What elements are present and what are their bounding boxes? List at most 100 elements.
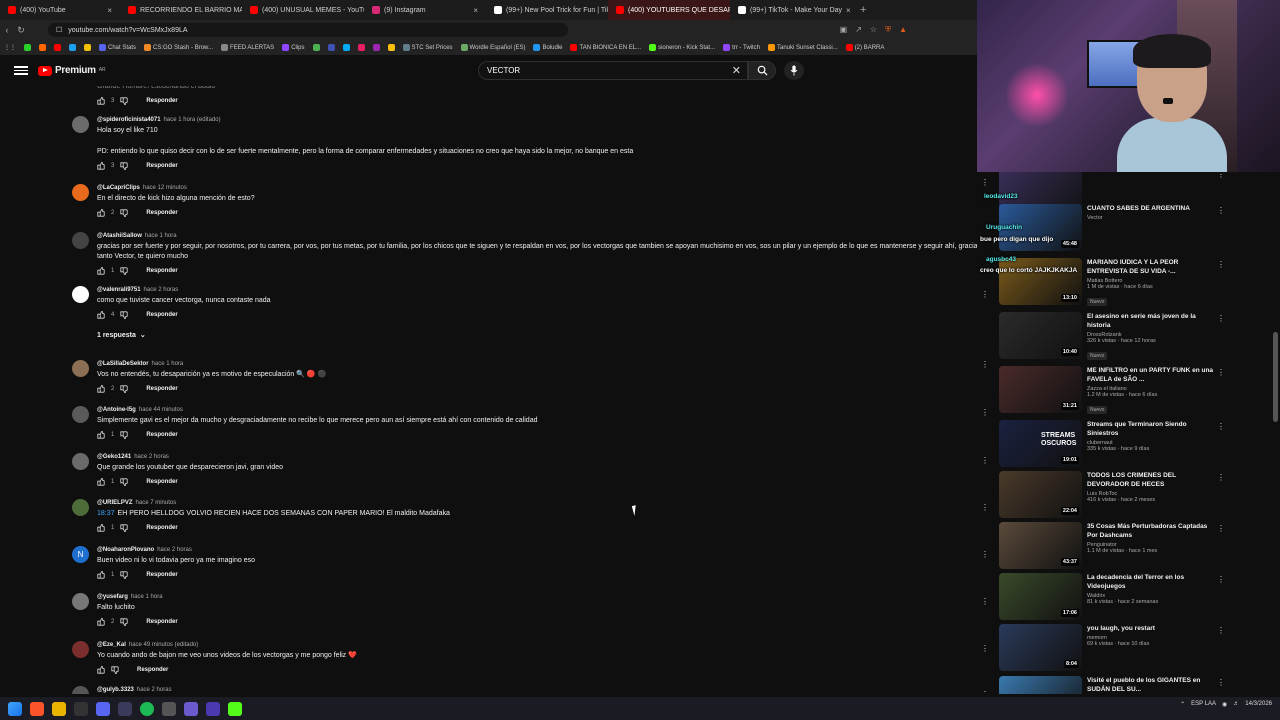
video-title[interactable]: El asesino en serie más joven de la hist… — [1087, 312, 1217, 330]
search-input[interactable]: VECTOR ✕ — [478, 61, 748, 80]
like-icon[interactable] — [97, 311, 105, 319]
more-options-icon[interactable]: ⋮ — [1217, 260, 1225, 269]
bookmark-item[interactable] — [312, 44, 320, 51]
windows-start-icon[interactable] — [8, 701, 22, 716]
brave-browser-icon[interactable] — [30, 701, 44, 716]
steam-icon[interactable] — [162, 701, 176, 716]
video-title[interactable]: 35 Cosas Más Perturbadoras Captadas Por … — [1087, 522, 1217, 540]
more-options-icon[interactable]: ⋮ — [1217, 626, 1225, 635]
avatar[interactable] — [72, 406, 89, 423]
comment-author[interactable]: @LaCapriClips — [97, 185, 140, 191]
video-title[interactable]: TODOS LOS CRIMENES DEL DEVORADOR DE HECE… — [1087, 471, 1217, 489]
dislike-icon[interactable] — [111, 666, 119, 674]
like-icon[interactable] — [97, 162, 105, 170]
bookmark-item[interactable] — [342, 44, 350, 51]
video-title[interactable]: CUANTO SABES DE ARGENTINA — [1087, 204, 1217, 213]
reply-button[interactable]: Responder — [146, 525, 177, 531]
volume-icon[interactable]: ♬ — [1233, 701, 1239, 707]
recommended-video[interactable]: 45:48 CUANTO SABES DE ARGENTINA Vector ⋮ — [999, 204, 1269, 254]
comment-time[interactable]: hace 49 minutos (editado) — [129, 642, 198, 648]
video-thumbnail[interactable]: 22:04 — [999, 471, 1082, 518]
reply-button[interactable]: Responder — [146, 312, 177, 318]
comment-author[interactable]: @LaSillaDeSektor — [97, 361, 149, 367]
comment-time[interactable]: hace 2 horas — [144, 287, 179, 293]
clear-search-icon[interactable]: ✕ — [732, 64, 741, 77]
like-icon[interactable] — [97, 524, 105, 532]
tab-close-icon[interactable]: × — [846, 6, 851, 15]
video-thumbnail[interactable]: 13:10 — [999, 258, 1082, 305]
reply-button[interactable]: Responder — [146, 268, 177, 274]
more-options-icon[interactable]: ⋮ — [981, 644, 989, 653]
video-thumbnail[interactable]: 17:06 — [999, 573, 1082, 620]
video-thumbnail[interactable]: 31:21 — [999, 366, 1082, 413]
reply-button[interactable]: Responder — [146, 572, 177, 578]
more-options-icon[interactable]: ⋮ — [1217, 172, 1225, 179]
reply-button[interactable]: Responder — [146, 98, 177, 104]
like-icon[interactable] — [97, 385, 105, 393]
avatar[interactable] — [72, 453, 89, 470]
bookmark-item[interactable] — [84, 44, 91, 51]
wifi-icon[interactable]: ◉ — [1222, 701, 1227, 708]
back-icon[interactable]: ‹ — [0, 25, 14, 35]
bookmark-item[interactable]: (2) BARRA — [845, 44, 884, 51]
tray-arrow-icon[interactable]: ⌃ — [1180, 701, 1185, 708]
comment-time[interactable]: hace 7 minutos — [136, 500, 177, 506]
more-options-icon[interactable]: ⋮ — [981, 597, 989, 606]
recommended-video[interactable]: 10:40 El asesino en serie más joven de la… — [999, 312, 1269, 362]
like-icon[interactable] — [97, 431, 105, 439]
avatar[interactable] — [72, 184, 89, 201]
dislike-icon[interactable] — [120, 267, 128, 275]
more-options-icon[interactable]: ⋮ — [1217, 314, 1225, 323]
reply-button[interactable]: Responder — [146, 432, 177, 438]
sidebar-scrollbar[interactable] — [1273, 332, 1278, 422]
dislike-icon[interactable] — [120, 162, 128, 170]
like-icon[interactable] — [97, 267, 105, 275]
comment-author[interactable]: @spideroficinista4071 — [97, 117, 161, 123]
recommended-video[interactable]: STREAMS OSCUROS 19:01 Streams que Terminar… — [999, 420, 1269, 470]
url-field[interactable]: ☐ youtube.com/watch?v=WcSMxJx89LA — [48, 23, 568, 37]
more-options-icon[interactable]: ⋮ — [981, 550, 989, 559]
browser-tab[interactable]: (400) YOUTUBERS QUE DESAPA× — [608, 0, 730, 20]
comment-timestamp-link[interactable]: 18:37 — [97, 510, 115, 517]
bookmark-item[interactable] — [387, 44, 395, 51]
avatar[interactable] — [72, 360, 89, 377]
bookmark-item[interactable] — [39, 44, 46, 51]
share-icon[interactable]: ↗ — [855, 25, 862, 35]
reply-button[interactable]: Responder — [146, 163, 177, 169]
comment-author[interactable]: @gulyb.3323 — [97, 687, 134, 693]
avatar[interactable] — [72, 116, 89, 133]
browser-tab[interactable]: (400) UNUSUAL MEMES - YouTube× — [242, 0, 364, 20]
recommended-video[interactable]: 17:06 La decadencia del Terror en los Vid… — [999, 573, 1269, 623]
reply-button[interactable]: Responder — [137, 667, 168, 673]
rewards-icon[interactable]: ▲ — [899, 25, 907, 35]
voice-search-button[interactable] — [784, 61, 804, 80]
comment-time[interactable]: hace 1 hora — [131, 594, 163, 600]
bookmark-item[interactable] — [372, 44, 380, 51]
dislike-icon[interactable] — [120, 431, 128, 439]
reply-button[interactable]: Responder — [146, 619, 177, 625]
avatar[interactable] — [72, 286, 89, 303]
comment-time[interactable]: hace 12 minutos — [143, 185, 187, 191]
more-options-icon[interactable]: ⋮ — [1217, 524, 1225, 533]
bookmark-item[interactable]: STC Set Prices — [402, 44, 453, 51]
bookmark-icon[interactable]: ☐ — [56, 26, 62, 34]
bookmark-item[interactable]: Tanuki Sunset Classi... — [767, 44, 838, 51]
bookmark-item[interactable]: Chat Stats — [99, 44, 136, 51]
tab-close-icon[interactable]: × — [473, 6, 478, 15]
menu-icon[interactable] — [14, 66, 28, 75]
comment-author[interactable]: @AtashiiSallow — [97, 233, 142, 239]
avatar[interactable] — [72, 593, 89, 610]
more-options-icon[interactable]: ⋮ — [1217, 422, 1225, 431]
comment-time[interactable]: hace 2 horas — [157, 547, 192, 553]
video-title[interactable]: you laugh, you restart — [1087, 624, 1217, 633]
like-icon[interactable] — [97, 209, 105, 217]
browser-tab[interactable]: (99+) TikTok - Make Your Day × — [730, 0, 852, 20]
youtube-logo[interactable]: Premium AR — [38, 65, 106, 76]
apps-grid-icon[interactable]: ⋮⋮ — [4, 44, 16, 51]
recommended-video[interactable]: 13:10 MARIANO IUDICA Y LA PEOR ENTREVISTA… — [999, 258, 1269, 308]
comment-time[interactable]: hace 44 minutos — [139, 407, 183, 413]
more-options-icon[interactable]: ⋮ — [981, 503, 989, 512]
more-options-icon[interactable]: ⋮ — [1217, 575, 1225, 584]
video-thumbnail[interactable] — [999, 676, 1082, 694]
more-options-icon[interactable]: ⋮ — [981, 178, 989, 187]
